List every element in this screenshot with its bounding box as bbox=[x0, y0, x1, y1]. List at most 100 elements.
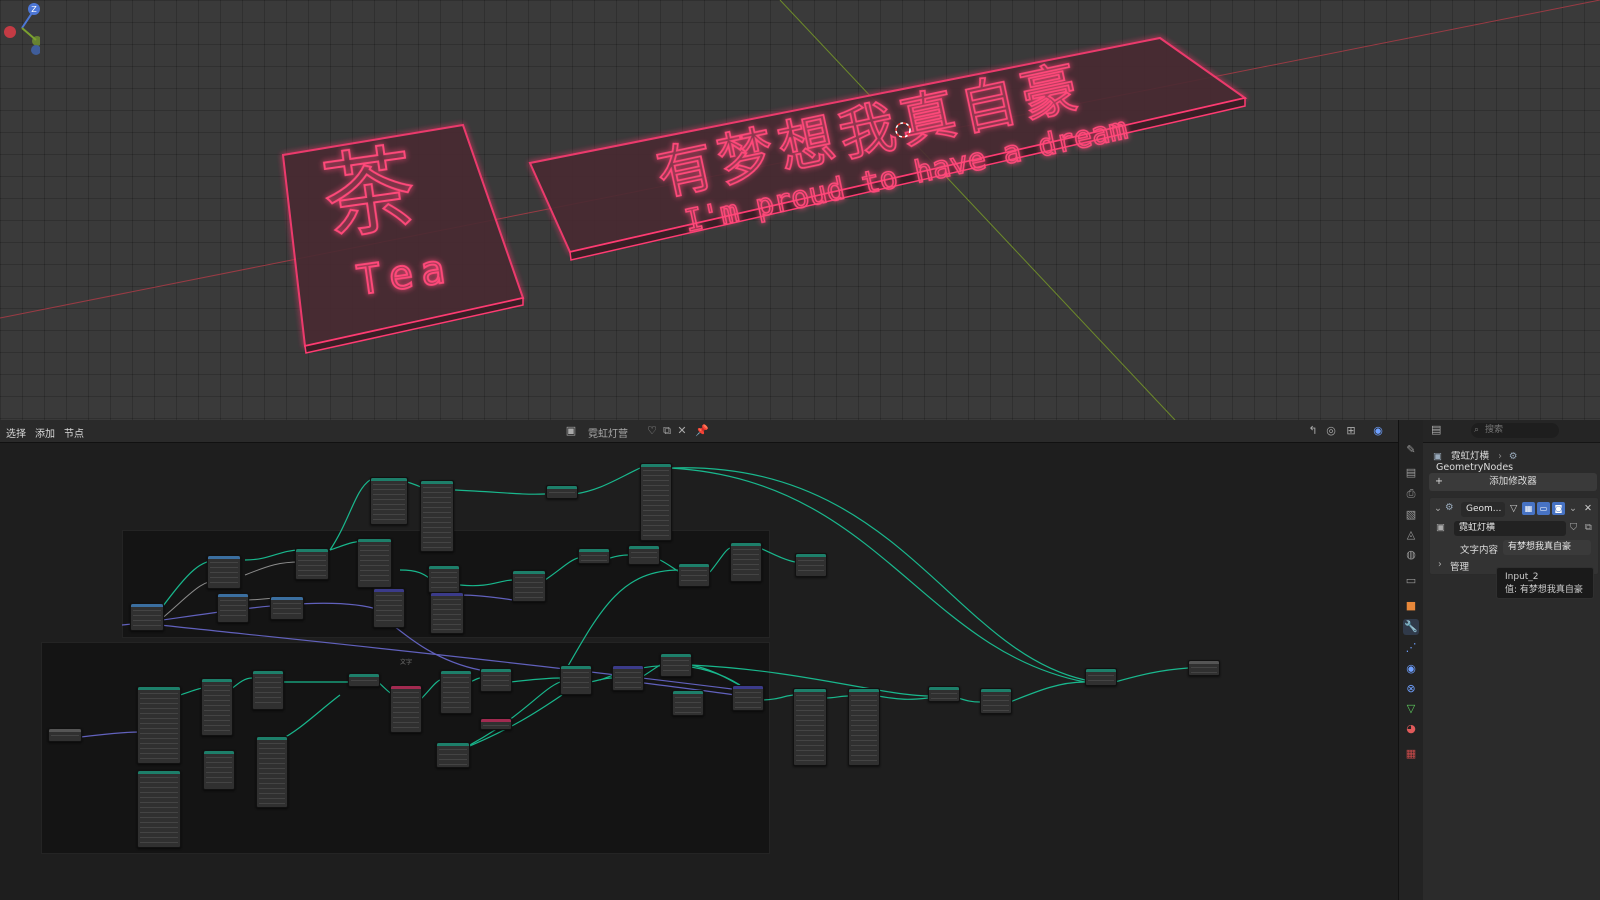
constraints-tab-icon[interactable]: ⊗ bbox=[1403, 681, 1419, 697]
chevron-down-icon[interactable]: ⌄ bbox=[1434, 503, 1442, 514]
node-group-output[interactable] bbox=[1188, 660, 1220, 676]
input-label: 文字内容 bbox=[1460, 545, 1499, 556]
node-string-to-curves-a[interactable] bbox=[137, 686, 181, 764]
viewport-scene: 茶 Tea 有梦想我真自豪 I'm proud to have a dream bbox=[0, 0, 1600, 420]
node-extrude[interactable] bbox=[512, 570, 546, 602]
plus-icon: + bbox=[1435, 476, 1443, 487]
node-group-field[interactable]: 霓虹灯横 bbox=[1454, 521, 1566, 536]
sign-left-chinese: 茶 bbox=[316, 134, 422, 253]
cage-toggle-icon[interactable]: ▦ bbox=[1522, 502, 1535, 515]
edit-mode-icon[interactable]: ▽ bbox=[1510, 503, 1517, 514]
node-color[interactable] bbox=[480, 718, 512, 730]
node-join-d[interactable] bbox=[732, 685, 764, 711]
collection-tab-icon[interactable]: ▭ bbox=[1403, 573, 1419, 589]
search-placeholder: 搜索 bbox=[1485, 425, 1504, 435]
node-set-material[interactable] bbox=[640, 463, 672, 541]
node-transform[interactable] bbox=[546, 485, 578, 499]
node-profile[interactable] bbox=[256, 736, 288, 808]
manage-label: 管理 bbox=[1450, 562, 1470, 573]
tooltip-value: 值: 有梦想我真自豪 bbox=[1505, 585, 1583, 595]
node-join-c[interactable] bbox=[560, 665, 592, 695]
node-join-final[interactable] bbox=[980, 688, 1012, 714]
data-tab-icon[interactable]: ▽ bbox=[1403, 701, 1419, 717]
tooltip: Input_2 值: 有梦想我真自豪 bbox=[1496, 567, 1594, 599]
properties-search[interactable]: ⌕ 搜索 bbox=[1471, 423, 1559, 438]
sign-left[interactable]: 茶 Tea bbox=[281, 123, 525, 354]
physics-tab-icon[interactable]: ◉ bbox=[1403, 661, 1419, 677]
add-modifier-button[interactable]: + 添加修改器 bbox=[1429, 473, 1597, 491]
modifier-tab-icon[interactable]: 🔧 bbox=[1403, 619, 1419, 635]
node-group-browse-icon[interactable]: ▣ bbox=[1436, 522, 1445, 533]
modifier-panel: ⌄ ⚙ Geom... ▽ ▦ ▭ ◙ ⌄ ✕ ▣ 霓虹灯横 ⛉ ⧉ 文字内容 … bbox=[1429, 497, 1599, 575]
node-geometry-c[interactable] bbox=[370, 477, 408, 525]
node-math[interactable] bbox=[207, 555, 241, 589]
node-geometry-b[interactable] bbox=[357, 538, 392, 588]
node-mesh[interactable] bbox=[428, 565, 460, 593]
properties-tabs: ✎ ▤ ⎙ ▧ ◬ ◍ ▭ ■ 🔧 ⋰ ◉ ⊗ ▽ ◕ ▦ bbox=[1398, 420, 1423, 900]
node-material-b[interactable] bbox=[390, 685, 422, 733]
editor-type-icon[interactable]: ▤ bbox=[1431, 423, 1441, 436]
node-material-out-a[interactable] bbox=[793, 688, 827, 766]
render-toggle-icon[interactable]: ◙ bbox=[1552, 502, 1565, 515]
world-tab-icon[interactable]: ◍ bbox=[1403, 547, 1419, 563]
breadcrumb-modifier: GeometryNodes bbox=[1436, 462, 1514, 473]
properties-header: ▤ ⌕ 搜索 bbox=[1423, 420, 1600, 443]
particles-tab-icon[interactable]: ⋰ bbox=[1403, 640, 1419, 656]
node-realize[interactable] bbox=[628, 545, 660, 565]
node-bounding-box[interactable] bbox=[436, 742, 470, 768]
modifier-name-field[interactable]: Geom... bbox=[1461, 502, 1505, 517]
view-layer-tab-icon[interactable]: ▧ bbox=[1403, 507, 1419, 523]
close-icon[interactable]: ✕ bbox=[1584, 503, 1592, 514]
fake-user-shield-icon[interactable]: ⛉ bbox=[1570, 522, 1577, 533]
texture-tab-icon[interactable]: ▦ bbox=[1403, 746, 1419, 762]
material-tab-icon[interactable]: ◕ bbox=[1403, 721, 1419, 737]
node-material-out-b[interactable] bbox=[848, 688, 880, 766]
node-transform-b[interactable] bbox=[348, 673, 380, 687]
node-transform-c[interactable] bbox=[660, 653, 692, 677]
node-set-material-b[interactable] bbox=[672, 690, 704, 716]
node-curve-fill[interactable] bbox=[201, 678, 233, 736]
viewport-toggle-icon[interactable]: ▭ bbox=[1537, 502, 1550, 515]
3d-viewport[interactable]: 茶 Tea 有梦想我真自豪 I'm proud to have a dream … bbox=[0, 0, 1600, 420]
output-tab-icon[interactable]: ⎙ bbox=[1403, 486, 1419, 502]
node-join-b[interactable] bbox=[440, 670, 472, 714]
node-group-row: ▣ 霓虹灯横 ⛉ ⧉ bbox=[1430, 520, 1598, 538]
node-switch[interactable] bbox=[612, 665, 644, 691]
copy-icon[interactable]: ⧉ bbox=[1585, 522, 1592, 533]
navigation-gizmo[interactable]: Z bbox=[0, 0, 40, 60]
node-curve[interactable] bbox=[420, 480, 454, 552]
node-curve-to-mesh[interactable] bbox=[252, 670, 284, 710]
node-input[interactable] bbox=[130, 603, 164, 631]
breadcrumb: ▣ 霓虹灯横 › ⚙ GeometryNodes bbox=[1433, 448, 1600, 473]
node-instance[interactable] bbox=[480, 668, 512, 692]
node-fill-curve[interactable] bbox=[730, 542, 762, 582]
node-combine[interactable] bbox=[270, 596, 304, 620]
tooltip-title: Input_2 bbox=[1505, 572, 1539, 582]
node-merge[interactable] bbox=[795, 553, 827, 577]
node-group-input[interactable] bbox=[48, 728, 82, 742]
node-join-output[interactable] bbox=[1085, 668, 1117, 686]
node-realize-b[interactable] bbox=[928, 686, 960, 702]
node-geometry-a[interactable] bbox=[295, 548, 329, 580]
node-editor[interactable]: 选择 添加 节点 ▣ 霓虹灯营 ♡ ⧉ ✕ 📌 ↰ ◎ ⊞ ◉ 文字 bbox=[0, 420, 1398, 900]
scene-tab-icon[interactable]: ◬ bbox=[1403, 527, 1419, 543]
node-vector[interactable] bbox=[217, 593, 249, 623]
node-set-position[interactable] bbox=[578, 548, 610, 564]
chevron-right-icon: › bbox=[1438, 559, 1442, 570]
modifier-menu-icon[interactable]: ⌄ bbox=[1569, 503, 1577, 514]
object-tab-icon[interactable]: ■ bbox=[1403, 598, 1419, 614]
node-subdivide[interactable] bbox=[678, 563, 710, 587]
input-row: 文字内容 有梦想我真自豪 bbox=[1430, 539, 1598, 557]
modifier-header: ⌄ ⚙ Geom... ▽ ▦ ▭ ◙ ⌄ ✕ bbox=[1430, 500, 1598, 518]
node-resample[interactable] bbox=[203, 750, 235, 790]
object-icon: ▣ bbox=[1433, 451, 1442, 462]
node-string[interactable] bbox=[373, 588, 405, 628]
node-string-to-curves-b[interactable] bbox=[137, 770, 181, 848]
modifier-type-icon: ⚙ bbox=[1445, 502, 1454, 513]
input-value-field[interactable]: 有梦想我真自豪 bbox=[1503, 540, 1591, 555]
node-join[interactable] bbox=[430, 592, 464, 634]
chevron-right-icon: › bbox=[1498, 451, 1502, 462]
tool-tab-icon[interactable]: ✎ bbox=[1403, 442, 1419, 458]
sign-right[interactable]: 有梦想我真自豪 I'm proud to have a dream bbox=[528, 36, 1248, 261]
render-tab-icon[interactable]: ▤ bbox=[1403, 465, 1419, 481]
